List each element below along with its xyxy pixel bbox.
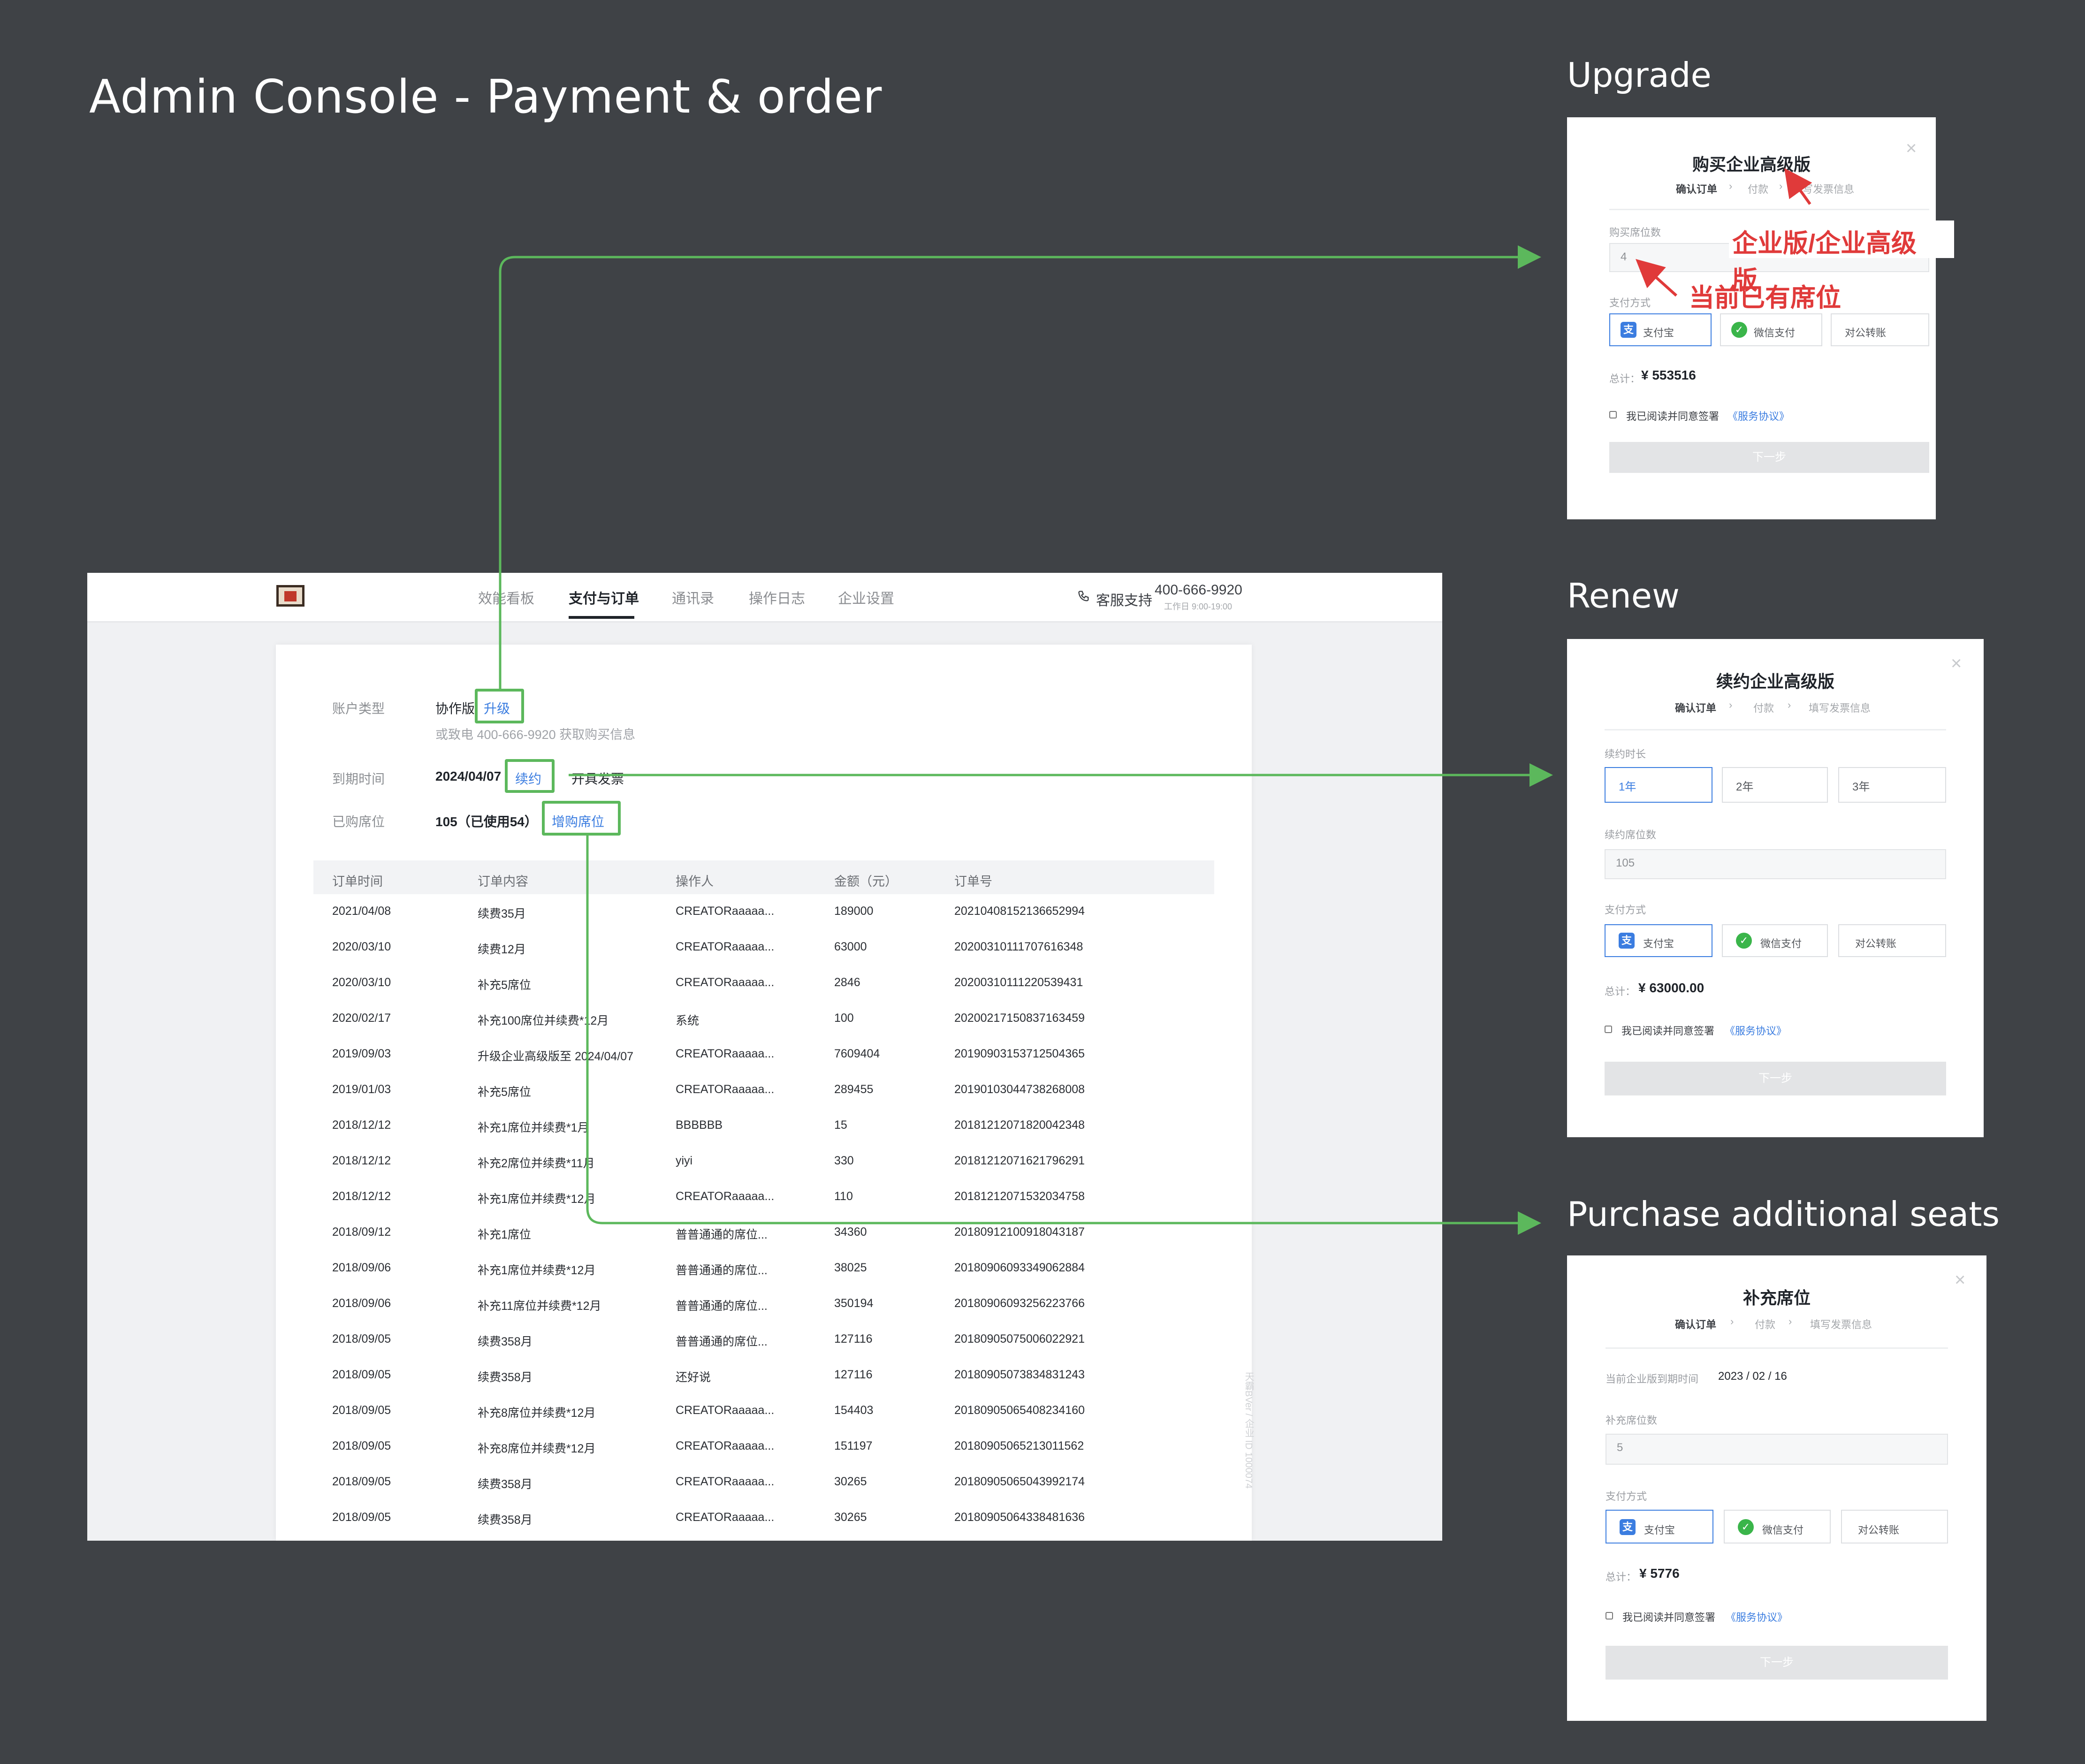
chevron-right-icon: › <box>1730 1315 1734 1327</box>
divider <box>1605 729 1946 730</box>
close-icon[interactable]: × <box>1955 1270 1965 1291</box>
expiry-label: 当前企业版到期时间 <box>1606 1373 1699 1385</box>
divider <box>1606 1347 1948 1349</box>
wechat-icon: ✓ <box>1736 933 1752 949</box>
next-button[interactable]: 下一步 <box>1606 1646 1948 1680</box>
total-label: 总计： <box>1606 1571 1637 1583</box>
add-seats-modal: 补充席位 × 确认订单 › 付款 › 填写发票信息 当前企业版到期时间 2023… <box>1567 1255 1986 1721</box>
pay-option-wechat[interactable]: ✓ 微信支付 <box>1722 924 1828 957</box>
chevron-right-icon: › <box>1788 1315 1792 1327</box>
connector-add-seats <box>586 833 1541 1235</box>
alipay-icon: 支 <box>1619 933 1635 949</box>
pay-option-transfer[interactable]: 对公转账 <box>1841 1510 1948 1544</box>
upgrade-modal: 购买企业高级版 × 确认订单 › 付款 › 填写发票信息 购买席位数 4 支付方… <box>1567 117 1954 519</box>
renew-modal-title: 续约企业高级版 <box>1716 672 1834 691</box>
connector-upgrade <box>499 245 1541 689</box>
pay-option-wechat[interactable]: ✓ 微信支付 <box>1724 1510 1831 1544</box>
agree-checkbox[interactable] <box>1606 1612 1613 1620</box>
wechat-icon: ✓ <box>1738 1519 1754 1535</box>
pay-option-label: 微信支付 <box>1762 1524 1804 1536</box>
total-label: 总计： <box>1605 986 1636 997</box>
add-seats-input[interactable]: 5 <box>1606 1434 1948 1465</box>
chevron-right-icon: › <box>1729 699 1733 711</box>
pay-option-label: 支付宝 <box>1644 1524 1675 1536</box>
step-confirm-order: 确认订单 <box>1675 702 1717 714</box>
expiry-value: 2023 / 02 / 16 <box>1718 1370 1787 1383</box>
agree-checkbox[interactable] <box>1605 1026 1612 1033</box>
chevron-right-icon: › <box>1788 699 1791 711</box>
agree-text: 我已阅读并同意签署 <box>1621 1025 1715 1037</box>
agree-text: 我已阅读并同意签署 <box>1622 1612 1716 1623</box>
total-value: ¥ 63000.00 <box>1638 981 1705 995</box>
next-button[interactable]: 下一步 <box>1605 1062 1946 1095</box>
add-seats-modal-title: 补充席位 <box>1743 1288 1811 1308</box>
renew-seats-input[interactable]: 105 <box>1605 849 1946 879</box>
renew-seats-label: 续约席位数 <box>1605 829 1657 841</box>
total-value: ¥ 5776 <box>1639 1566 1680 1581</box>
step-invoice: 填写发票信息 <box>1809 702 1871 714</box>
step-invoice: 填写发票信息 <box>1810 1319 1872 1331</box>
annotation-current-seats: 当前已有席位 <box>1689 284 1841 312</box>
step-payment: 付款 <box>1755 1319 1776 1331</box>
close-icon[interactable]: × <box>1951 653 1962 674</box>
step-confirm-order: 确认订单 <box>1675 1319 1717 1331</box>
pay-option-label: 对公转账 <box>1855 938 1897 950</box>
duration-1-year[interactable]: 1年 <box>1605 767 1712 803</box>
pay-option-label: 微信支付 <box>1760 938 1802 950</box>
pay-option-label: 对公转账 <box>1858 1524 1900 1536</box>
service-agreement-link[interactable]: 《服务协议》 <box>1725 1023 1787 1038</box>
alipay-icon: 支 <box>1620 1519 1636 1535</box>
duration-3-years[interactable]: 3年 <box>1838 767 1946 803</box>
annotation-arrows <box>1636 168 1812 297</box>
pay-method-label: 支付方式 <box>1605 904 1646 916</box>
duration-label: 续约时长 <box>1605 748 1646 760</box>
service-agreement-link[interactable]: 《服务协议》 <box>1726 1609 1788 1624</box>
pay-method-label: 支付方式 <box>1606 1490 1647 1502</box>
pay-option-alipay[interactable]: 支 支付宝 <box>1606 1510 1713 1544</box>
duration-2-years[interactable]: 2年 <box>1722 767 1828 803</box>
renew-modal: 续约企业高级版 × 确认订单 › 付款 › 填写发票信息 续约时长 1年 2年 … <box>1567 639 1984 1137</box>
add-seats-label: 补充席位数 <box>1606 1414 1658 1426</box>
step-payment: 付款 <box>1753 702 1774 714</box>
pay-option-alipay[interactable]: 支 支付宝 <box>1605 924 1712 957</box>
pay-option-transfer[interactable]: 对公转账 <box>1838 924 1946 957</box>
pay-option-label: 支付宝 <box>1643 938 1674 950</box>
